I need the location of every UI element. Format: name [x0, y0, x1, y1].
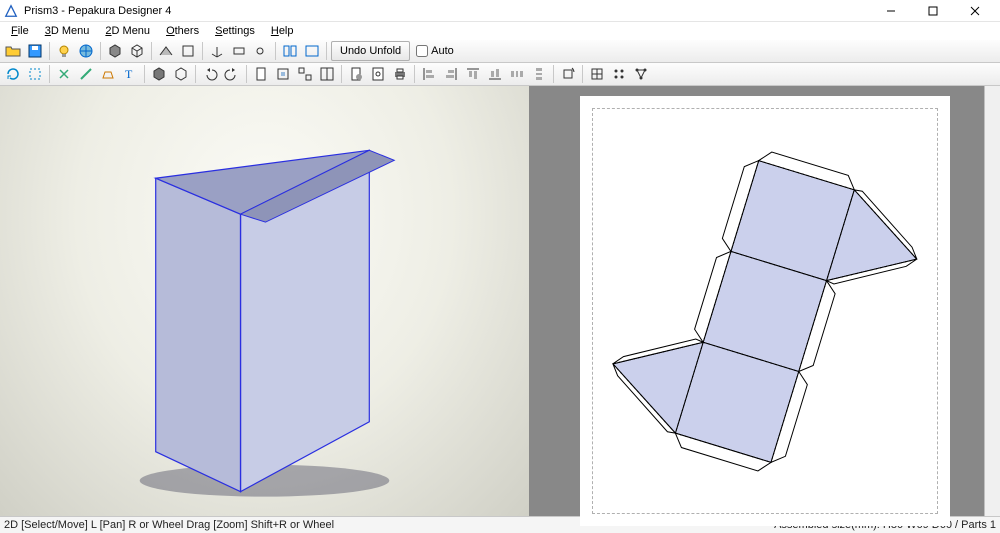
toolbar-main: Undo Unfold Auto: [0, 40, 1000, 63]
page-margin: [592, 108, 938, 514]
rotate-sheet-button[interactable]: [558, 64, 578, 84]
3d-viewport[interactable]: [0, 86, 530, 516]
split-h-button[interactable]: [280, 41, 300, 61]
title-bar: Prism3 - Pepakura Designer 4: [0, 0, 1000, 22]
network-button[interactable]: [631, 64, 651, 84]
edit-edge-button[interactable]: [76, 64, 96, 84]
window-title: Prism3 - Pepakura Designer 4: [24, 5, 171, 17]
box-button[interactable]: [178, 41, 198, 61]
close-button[interactable]: [954, 0, 996, 22]
separator: [582, 65, 583, 83]
separator: [49, 65, 50, 83]
separator: [202, 42, 203, 60]
flap-tool-button[interactable]: [98, 64, 118, 84]
prism-3d: [0, 86, 529, 516]
page-button[interactable]: [251, 64, 271, 84]
separator: [341, 65, 342, 83]
cube-solid-button[interactable]: [105, 41, 125, 61]
separator: [553, 65, 554, 83]
open-button[interactable]: [3, 41, 23, 61]
separator: [100, 42, 101, 60]
auto-label: Auto: [431, 45, 454, 57]
cube-shade-button[interactable]: [149, 64, 169, 84]
unfold-button[interactable]: [156, 41, 176, 61]
distribute-h-button[interactable]: [507, 64, 527, 84]
fit-page-button[interactable]: [273, 64, 293, 84]
arrange-button[interactable]: [295, 64, 315, 84]
menu-others[interactable]: Others: [159, 24, 206, 38]
split-edge-button[interactable]: [54, 64, 74, 84]
paper-sheet: [580, 96, 950, 526]
separator: [275, 42, 276, 60]
menu-3d[interactable]: 3D Menu: [38, 24, 97, 38]
rotate-tool-button[interactable]: [3, 64, 23, 84]
menu-bar: File 3D Menu 2D Menu Others Settings Hel…: [0, 22, 1000, 40]
preview-button[interactable]: [368, 64, 388, 84]
vertical-scrollbar[interactable]: [984, 86, 1000, 516]
align-right-button[interactable]: [441, 64, 461, 84]
undo-button[interactable]: [200, 64, 220, 84]
redo-button[interactable]: [222, 64, 242, 84]
workspace: [0, 86, 1000, 516]
link-button[interactable]: [251, 41, 271, 61]
maximize-button[interactable]: [912, 0, 954, 22]
text-tool-button[interactable]: T: [120, 64, 140, 84]
cube-outline-button[interactable]: [171, 64, 191, 84]
save-button[interactable]: [25, 41, 45, 61]
svg-text:T: T: [125, 67, 133, 81]
grid-button[interactable]: [587, 64, 607, 84]
undo-unfold-button[interactable]: Undo Unfold: [331, 41, 410, 61]
separator: [414, 65, 415, 83]
menu-settings[interactable]: Settings: [208, 24, 262, 38]
app-icon: [4, 4, 18, 18]
menu-2d[interactable]: 2D Menu: [98, 24, 157, 38]
separator: [326, 42, 327, 60]
single-view-button[interactable]: [302, 41, 322, 61]
cube-wire-button[interactable]: [127, 41, 147, 61]
separator: [151, 42, 152, 60]
print-button[interactable]: [390, 64, 410, 84]
align-top-button[interactable]: [463, 64, 483, 84]
minimize-button[interactable]: [870, 0, 912, 22]
layout-button[interactable]: [317, 64, 337, 84]
separator: [195, 65, 196, 83]
select-tool-button[interactable]: [25, 64, 45, 84]
rect-button[interactable]: [229, 41, 249, 61]
menu-file[interactable]: File: [4, 24, 36, 38]
page-setup-button[interactable]: [346, 64, 366, 84]
auto-checkbox[interactable]: Auto: [416, 45, 454, 57]
menu-help[interactable]: Help: [264, 24, 301, 38]
auto-checkbox-input[interactable]: [416, 45, 428, 57]
distribute-v-button[interactable]: [529, 64, 549, 84]
align-left-button[interactable]: [419, 64, 439, 84]
separator: [246, 65, 247, 83]
snap-button[interactable]: [609, 64, 629, 84]
align-bottom-button[interactable]: [485, 64, 505, 84]
toolbar-tools: T: [0, 63, 1000, 86]
2d-viewport[interactable]: [530, 86, 1000, 516]
globe-button[interactable]: [76, 41, 96, 61]
axes-button[interactable]: [207, 41, 227, 61]
bulb-button[interactable]: [54, 41, 74, 61]
separator: [144, 65, 145, 83]
separator: [49, 42, 50, 60]
